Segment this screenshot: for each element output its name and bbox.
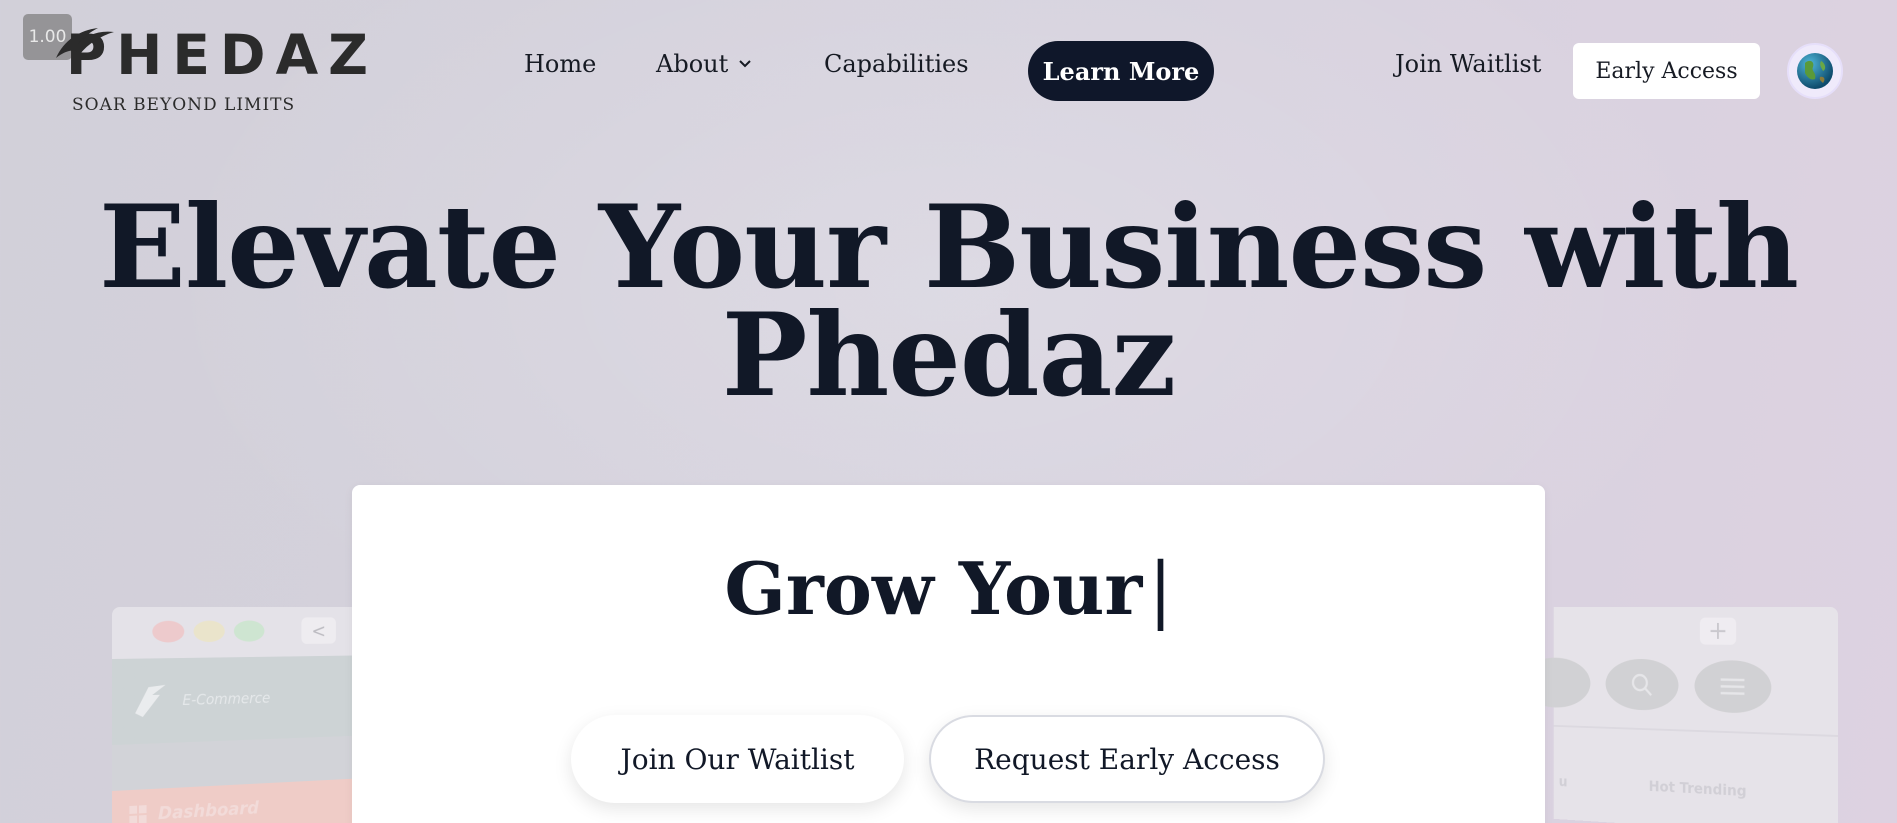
join-waitlist-link[interactable]: Join Waitlist xyxy=(1395,50,1541,78)
nav-about[interactable]: About xyxy=(656,50,752,78)
red-dot-icon xyxy=(152,620,185,643)
request-early-access-button[interactable]: Request Early Access xyxy=(929,715,1325,803)
hero-card: Grow Your| Join Our Waitlist Request Ear… xyxy=(352,485,1545,823)
mock-right-panel: + u Hot Trending xyxy=(1521,607,1838,823)
menu-circle xyxy=(1694,659,1772,714)
mock-ecommerce-row: E-Commerce xyxy=(112,655,357,745)
nav-capabilities[interactable]: Capabilities xyxy=(824,50,969,78)
brand-logo[interactable]: PHEDAZ SOAR BEYOND LIMITS xyxy=(56,28,378,115)
yellow-dot-icon xyxy=(193,620,225,643)
chevron-down-icon xyxy=(739,60,751,68)
plus-icon: + xyxy=(1699,617,1737,646)
search-icon xyxy=(1630,671,1654,698)
mock-ecommerce-label: E-Commerce xyxy=(182,689,271,709)
back-button: < xyxy=(301,617,336,644)
learn-more-button[interactable]: Learn More xyxy=(1028,41,1214,101)
language-button[interactable] xyxy=(1787,43,1843,99)
hero-title: Elevate Your Business with Phedaz xyxy=(98,180,1799,422)
logo-mark-icon xyxy=(135,684,166,718)
nav-about-label: About xyxy=(656,50,729,78)
mock-dashboard-label: Dashboard xyxy=(157,797,259,823)
nav-home[interactable]: Home xyxy=(524,50,596,78)
green-dot-icon xyxy=(233,620,265,642)
join-waitlist-button[interactable]: Join Our Waitlist xyxy=(571,715,904,803)
early-access-button[interactable]: Early Access xyxy=(1573,43,1760,99)
typing-headline: Grow Your| xyxy=(352,553,1545,626)
brand-tagline: SOAR BEYOND LIMITS xyxy=(72,95,296,115)
mock-hot-trending-label: Hot Trending xyxy=(1648,777,1747,800)
mock-left-panel: < E-Commerce Dashboard xyxy=(112,607,357,823)
grid-icon xyxy=(129,805,147,823)
mock-divider xyxy=(1553,724,1838,737)
typing-text: Grow Your xyxy=(724,546,1143,631)
wing-icon xyxy=(56,28,114,58)
search-circle xyxy=(1605,658,1679,712)
menu-icon xyxy=(1719,677,1746,697)
globe-icon xyxy=(1797,53,1833,89)
mock-partial-label: u xyxy=(1558,773,1568,791)
typing-caret: | xyxy=(1148,547,1173,631)
